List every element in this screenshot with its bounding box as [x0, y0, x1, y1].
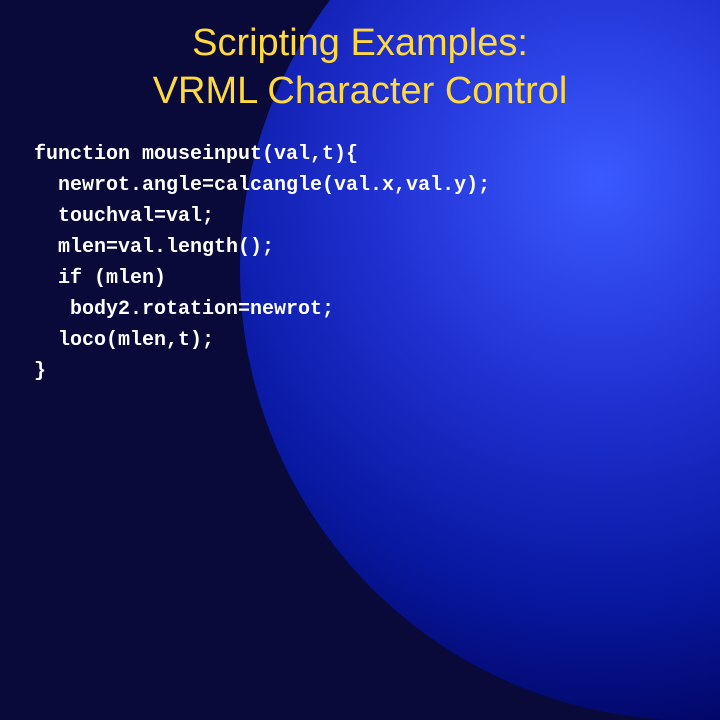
slide-title: Scripting Examples: VRML Character Contr…	[30, 20, 690, 115]
code-line: }	[34, 360, 46, 383]
code-line: body2.rotation=newrot;	[34, 298, 334, 321]
code-line: loco(mlen,t);	[34, 329, 214, 352]
title-line-2: VRML Character Control	[153, 70, 568, 112]
code-line: if (mlen)	[34, 267, 166, 290]
code-block: function mouseinput(val,t){ newrot.angle…	[30, 139, 690, 387]
code-line: newrot.angle=calcangle(val.x,val.y);	[34, 174, 490, 197]
code-line: touchval=val;	[34, 205, 214, 228]
code-line: function mouseinput(val,t){	[34, 143, 358, 166]
title-line-1: Scripting Examples:	[192, 22, 528, 64]
code-line: mlen=val.length();	[34, 236, 274, 259]
slide-content: Scripting Examples: VRML Character Contr…	[0, 0, 720, 407]
